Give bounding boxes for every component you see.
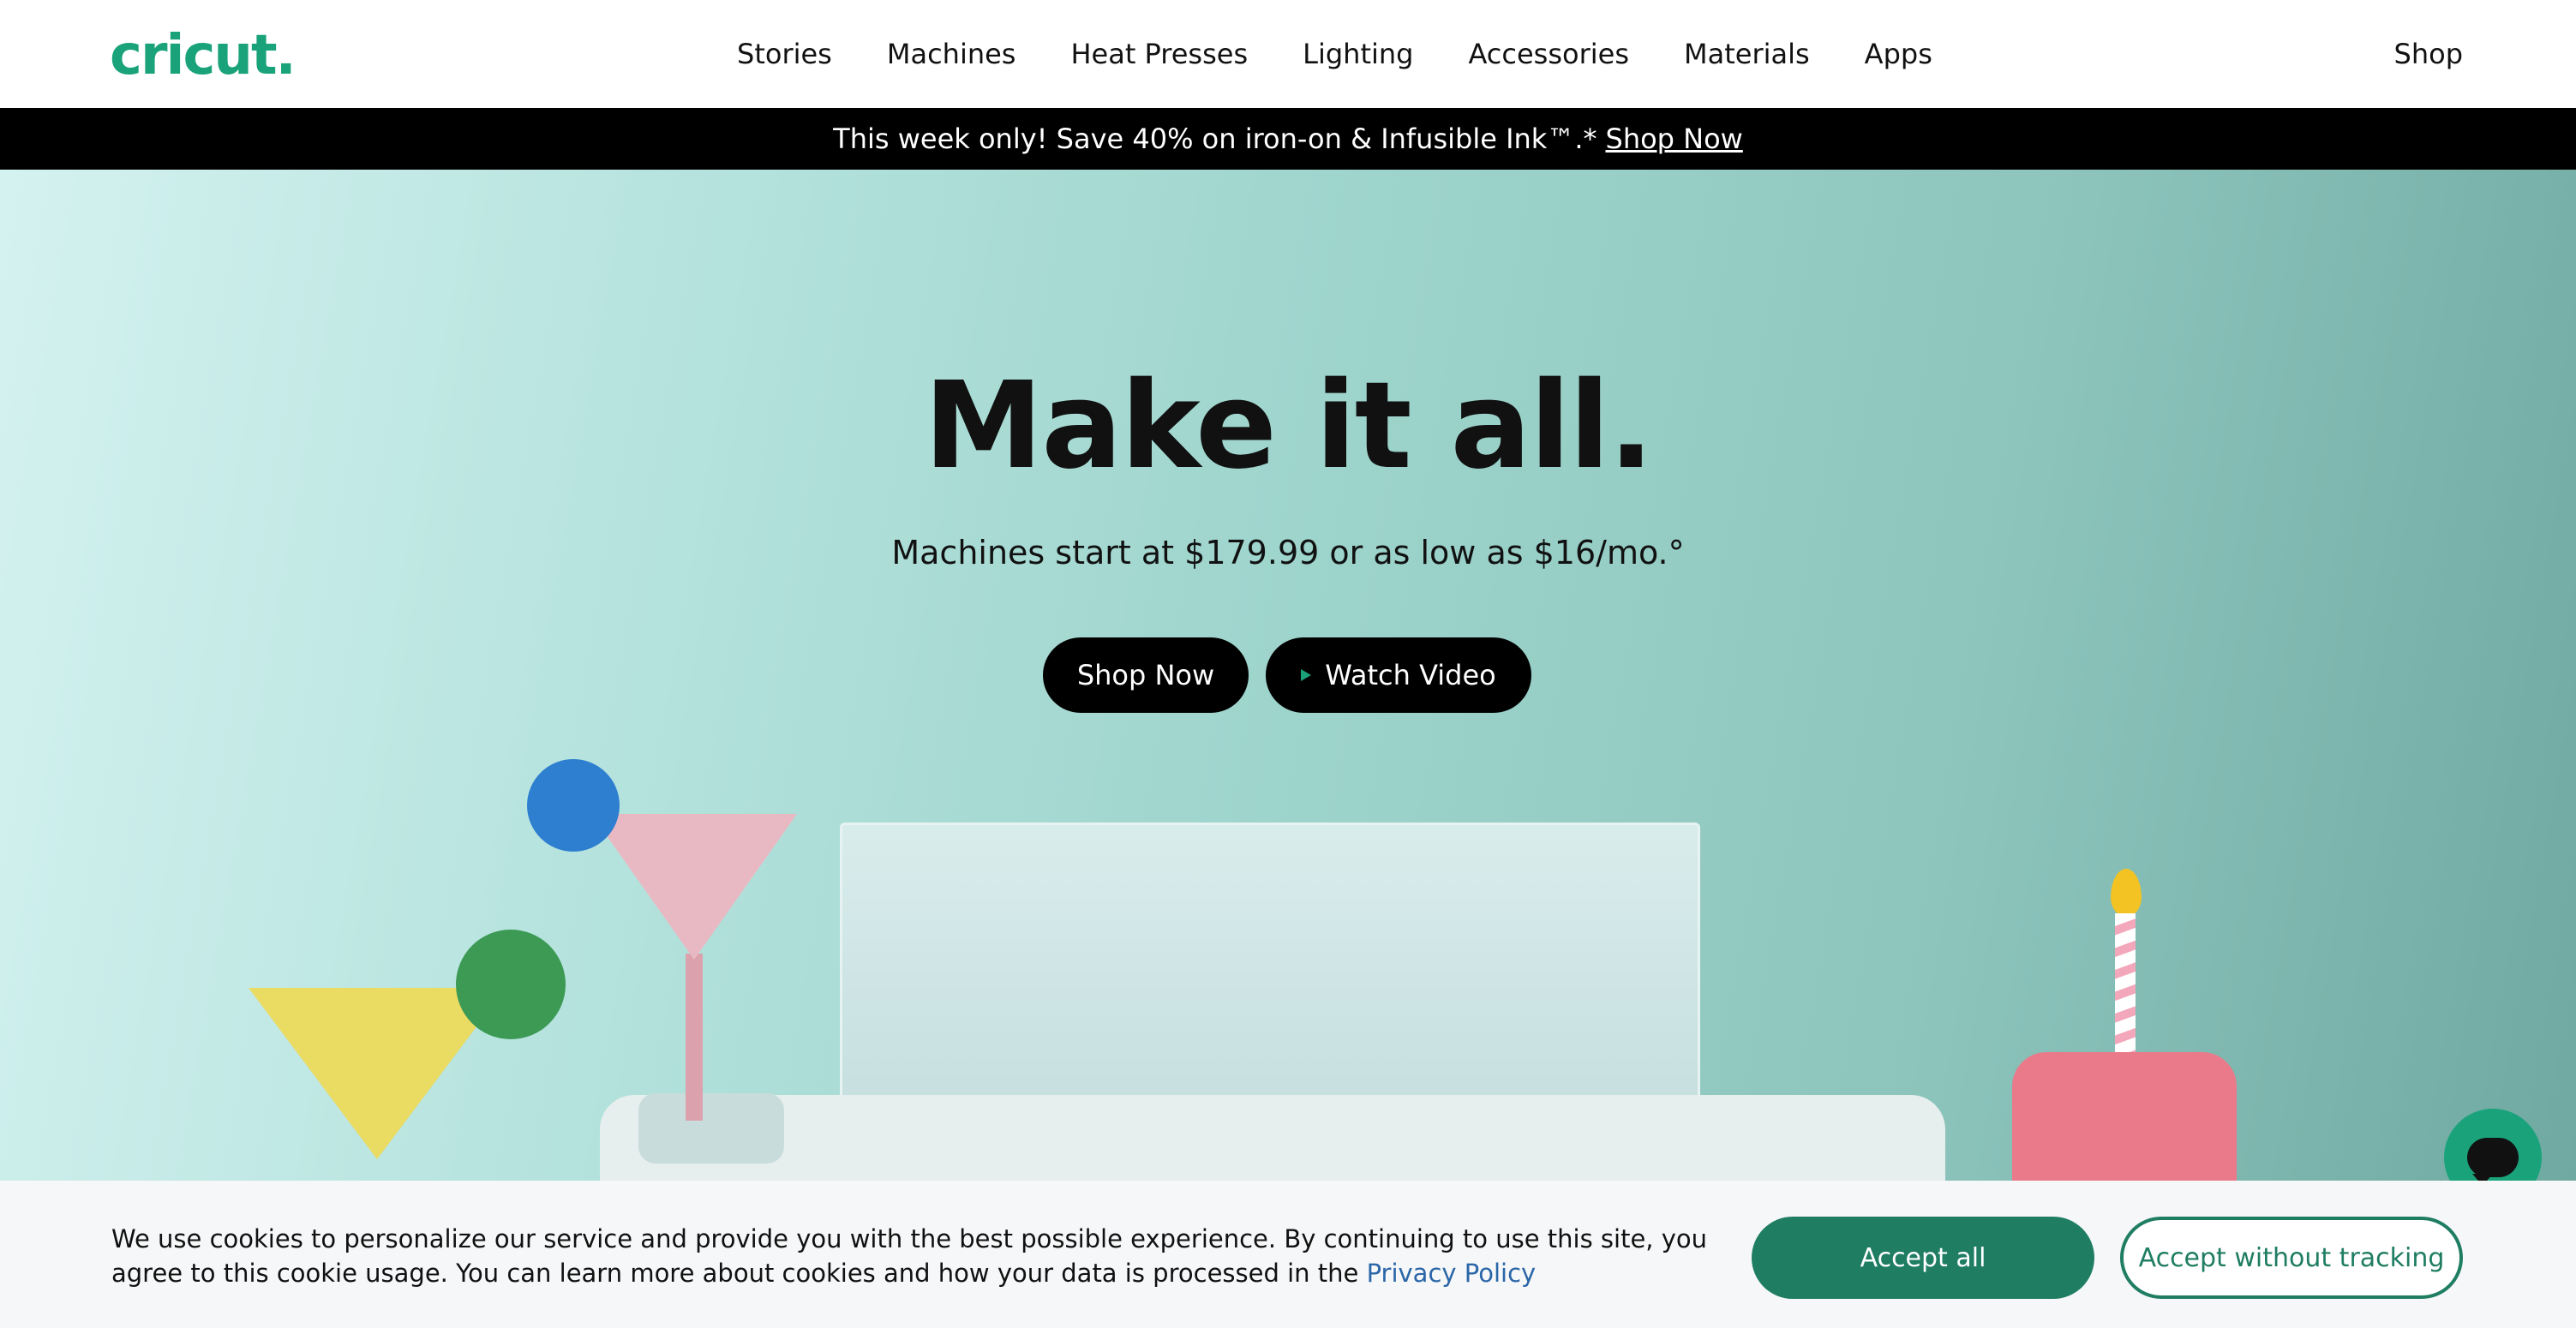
nav-item-heat-presses[interactable]: Heat Presses xyxy=(1070,38,1248,70)
hero-section: Make it all. Machines start at $179.99 o… xyxy=(0,170,2576,1181)
nav-item-materials[interactable]: Materials xyxy=(1684,38,1810,70)
chat-bubble-icon xyxy=(2467,1138,2519,1186)
hero-title: Make it all. xyxy=(923,356,1654,496)
machine-cup-holder xyxy=(638,1093,784,1163)
cutting-machine-lid xyxy=(840,823,1700,1114)
shop-now-button[interactable]: Shop Now xyxy=(1043,637,1249,713)
cookie-message: We use cookies to personalize our servic… xyxy=(111,1222,1740,1290)
green-drink-tag xyxy=(456,930,566,1039)
promo-bar: This week only! Save 40% on iron-on & In… xyxy=(0,108,2576,170)
cutting-machine-body xyxy=(600,1095,1945,1181)
nav-item-apps[interactable]: Apps xyxy=(1865,38,1932,70)
promo-shop-now-link[interactable]: Shop Now xyxy=(1606,123,1743,155)
hero-subtitle: Machines start at $179.99 or as low as $… xyxy=(891,534,1685,571)
birthday-candle xyxy=(2115,913,2136,1057)
site-header: cricut. Stories Machines Heat Presses Li… xyxy=(0,0,2576,108)
nav-item-lighting[interactable]: Lighting xyxy=(1303,38,1413,70)
nav-item-accessories[interactable]: Accessories xyxy=(1468,38,1629,70)
cookie-banner: We use cookies to personalize our servic… xyxy=(0,1181,2576,1328)
shop-link[interactable]: Shop xyxy=(2394,38,2463,70)
blue-drink-tag xyxy=(527,759,620,852)
pink-cake xyxy=(2012,1052,2237,1181)
shop-now-label: Shop Now xyxy=(1076,659,1215,691)
candle-flame xyxy=(2111,869,2142,917)
accept-without-tracking-button[interactable]: Accept without tracking xyxy=(2120,1217,2463,1299)
watch-video-button[interactable]: Watch Video xyxy=(1266,637,1531,713)
watch-video-label: Watch Video xyxy=(1325,659,1496,691)
accept-all-button[interactable]: Accept all xyxy=(1752,1217,2094,1299)
privacy-policy-link[interactable]: Privacy Policy xyxy=(1367,1259,1537,1288)
pink-glass-stem xyxy=(686,954,703,1121)
play-icon xyxy=(1301,669,1312,681)
pink-cocktail-glass xyxy=(591,814,797,960)
cricut-logo[interactable]: cricut. xyxy=(110,24,297,87)
nav-item-stories[interactable]: Stories xyxy=(737,38,832,70)
promo-text: This week only! Save 40% on iron-on & In… xyxy=(833,123,1597,155)
nav-item-machines[interactable]: Machines xyxy=(887,38,1016,70)
main-nav: Stories Machines Heat Presses Lighting A… xyxy=(737,0,1987,108)
hero-buttons: Shop Now Watch Video xyxy=(1043,637,1531,713)
